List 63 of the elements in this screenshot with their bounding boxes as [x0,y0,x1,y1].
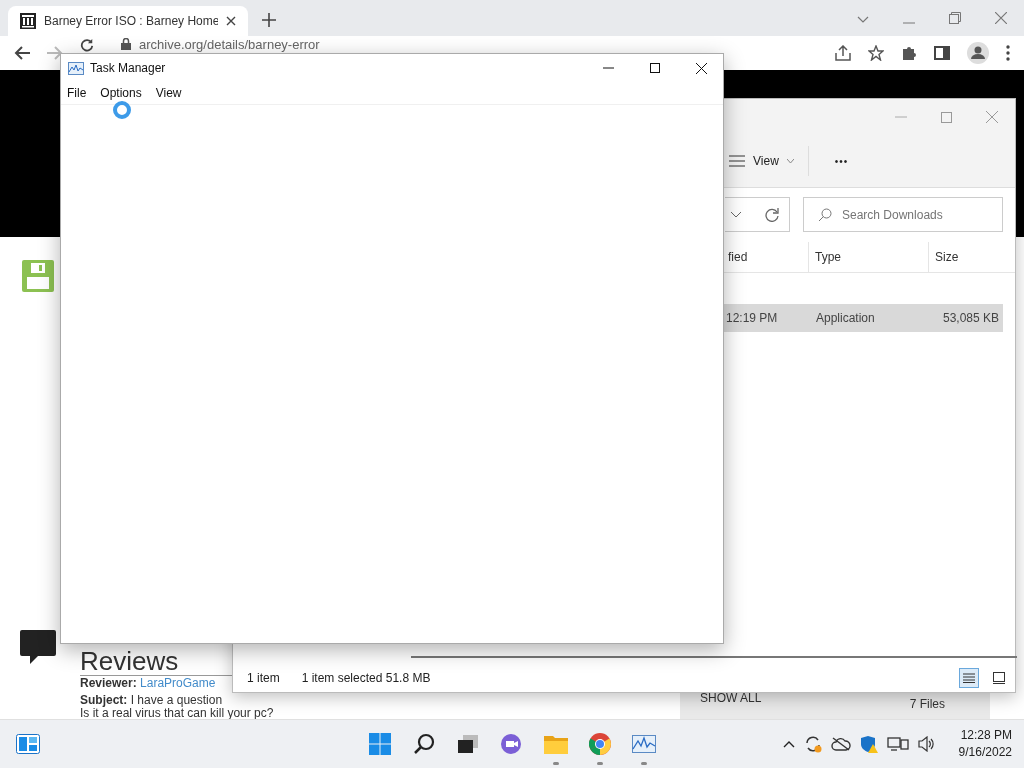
table-cell-text: Application [816,311,876,325]
table-cell-text: 12:19 PM [725,311,779,325]
restore-icon[interactable] [949,12,961,24]
network-icon[interactable] [886,736,909,752]
caret-icon [786,159,794,163]
browser-tab[interactable]: Barney Error ISO : Barney Home [8,6,248,36]
cloud-icon[interactable] [830,737,851,751]
file-row[interactable]: 12:19 PM Application 53,085 KB [724,304,1003,332]
field-label: Subject: [80,693,128,707]
sync-icon[interactable] [803,735,822,753]
chevron-down-icon [731,211,741,218]
share-icon[interactable] [835,45,851,61]
column-header[interactable]: Size [929,242,1005,272]
review-text: Is it a real virus that can kill your pc? [80,707,275,720]
menu-item[interactable]: View [155,86,182,100]
speech-bubble-icon [20,630,56,666]
chevron-up-icon[interactable] [782,740,795,748]
subject-text: I have a question [130,693,223,707]
status-text: 1 item [247,671,280,685]
chart-icon [68,61,84,75]
column-header[interactable]: Type [809,242,929,272]
maximize-icon[interactable] [650,63,660,73]
status-text: 1 item selected 51.8 MB [301,671,431,685]
scrollbar[interactable] [411,656,1017,658]
search-input[interactable]: Search Downloads [842,207,962,222]
widgets-icon[interactable] [16,734,40,754]
close-icon[interactable] [226,16,236,26]
menu-item[interactable]: Options [100,86,142,100]
view-button[interactable]: View [729,154,794,168]
url-text[interactable]: archive.org/details/barney-error [139,38,320,52]
chevron-down-icon[interactable] [857,16,869,24]
table-cell-text: 53,085 KB [941,311,1000,325]
search-field[interactable]: Search Downloads [803,197,1003,232]
list-icon [963,673,975,683]
field-label: Reviewer: [80,676,137,690]
refresh-icon [765,207,779,222]
close-icon[interactable] [696,62,707,74]
puzzle-icon[interactable] [901,45,917,61]
temple-icon [20,13,36,29]
profile-icon[interactable] [967,42,989,64]
lock-icon [121,38,131,50]
more-button[interactable]: ••• [834,155,849,167]
section-heading: Reviews [80,649,180,673]
star-icon[interactable] [868,45,884,61]
side-panel-icon[interactable] [934,46,950,60]
menu-icon[interactable] [1006,45,1010,61]
back-icon[interactable] [14,46,30,60]
reviewer-link[interactable]: LaraProGame [140,676,216,690]
menu-item[interactable]: File [67,86,87,100]
search-icon [818,207,832,222]
address-field[interactable] [725,197,790,232]
plus-icon[interactable] [262,13,276,27]
shield-warning-icon[interactable] [859,735,878,753]
tile-icon [993,672,1005,684]
show-all-button[interactable]: SHOW ALL [700,691,762,720]
reload-icon[interactable] [80,38,94,52]
clock[interactable]: 12:28 PM 9/16/2022 [958,727,1012,761]
window-title: Task Manager [90,61,166,75]
details-view-button[interactable] [959,668,979,688]
files-count: 7 Files [909,697,945,713]
lines-icon [729,155,745,167]
column-header[interactable]: fied [726,242,809,272]
speaker-icon[interactable] [917,736,936,752]
